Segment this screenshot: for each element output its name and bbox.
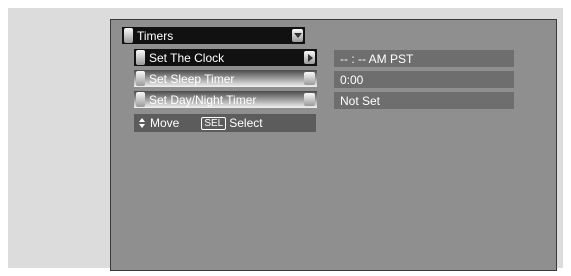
menu-header[interactable]: Timers xyxy=(122,27,305,44)
right-arrow-icon xyxy=(304,51,315,64)
clock-value: -- : -- AM PST xyxy=(334,50,514,67)
select-label: Select xyxy=(229,116,263,130)
tab-handle-icon xyxy=(136,50,145,65)
menu-item-label: Set Sleep Timer xyxy=(149,71,235,86)
day-night-timer-value: Not Set xyxy=(334,92,514,109)
sel-key-icon: SEL xyxy=(201,116,227,130)
dropdown-arrow-icon xyxy=(292,29,303,42)
menu-item-set-the-clock[interactable]: Set The Clock xyxy=(134,49,317,66)
up-down-arrows-icon xyxy=(139,118,145,128)
tab-handle-icon xyxy=(136,92,145,107)
menu-item-label: Set The Clock xyxy=(149,50,225,65)
menu-item-set-sleep-timer[interactable]: Set Sleep Timer xyxy=(134,70,317,87)
sleep-timer-value: 0:00 xyxy=(334,71,514,88)
menu-item-set-day-night-timer[interactable]: Set Day/Night Timer xyxy=(134,91,317,108)
menu-item-label: Set Day/Night Timer xyxy=(149,92,257,107)
tab-handle-icon xyxy=(136,71,145,86)
menu-title: Timers xyxy=(137,28,174,43)
tab-handle-icon xyxy=(124,28,133,43)
tab-handle-icon xyxy=(304,72,315,85)
tab-handle-icon xyxy=(304,93,315,106)
move-label: Move xyxy=(150,116,180,130)
help-bar: Move SEL Select xyxy=(134,114,316,132)
